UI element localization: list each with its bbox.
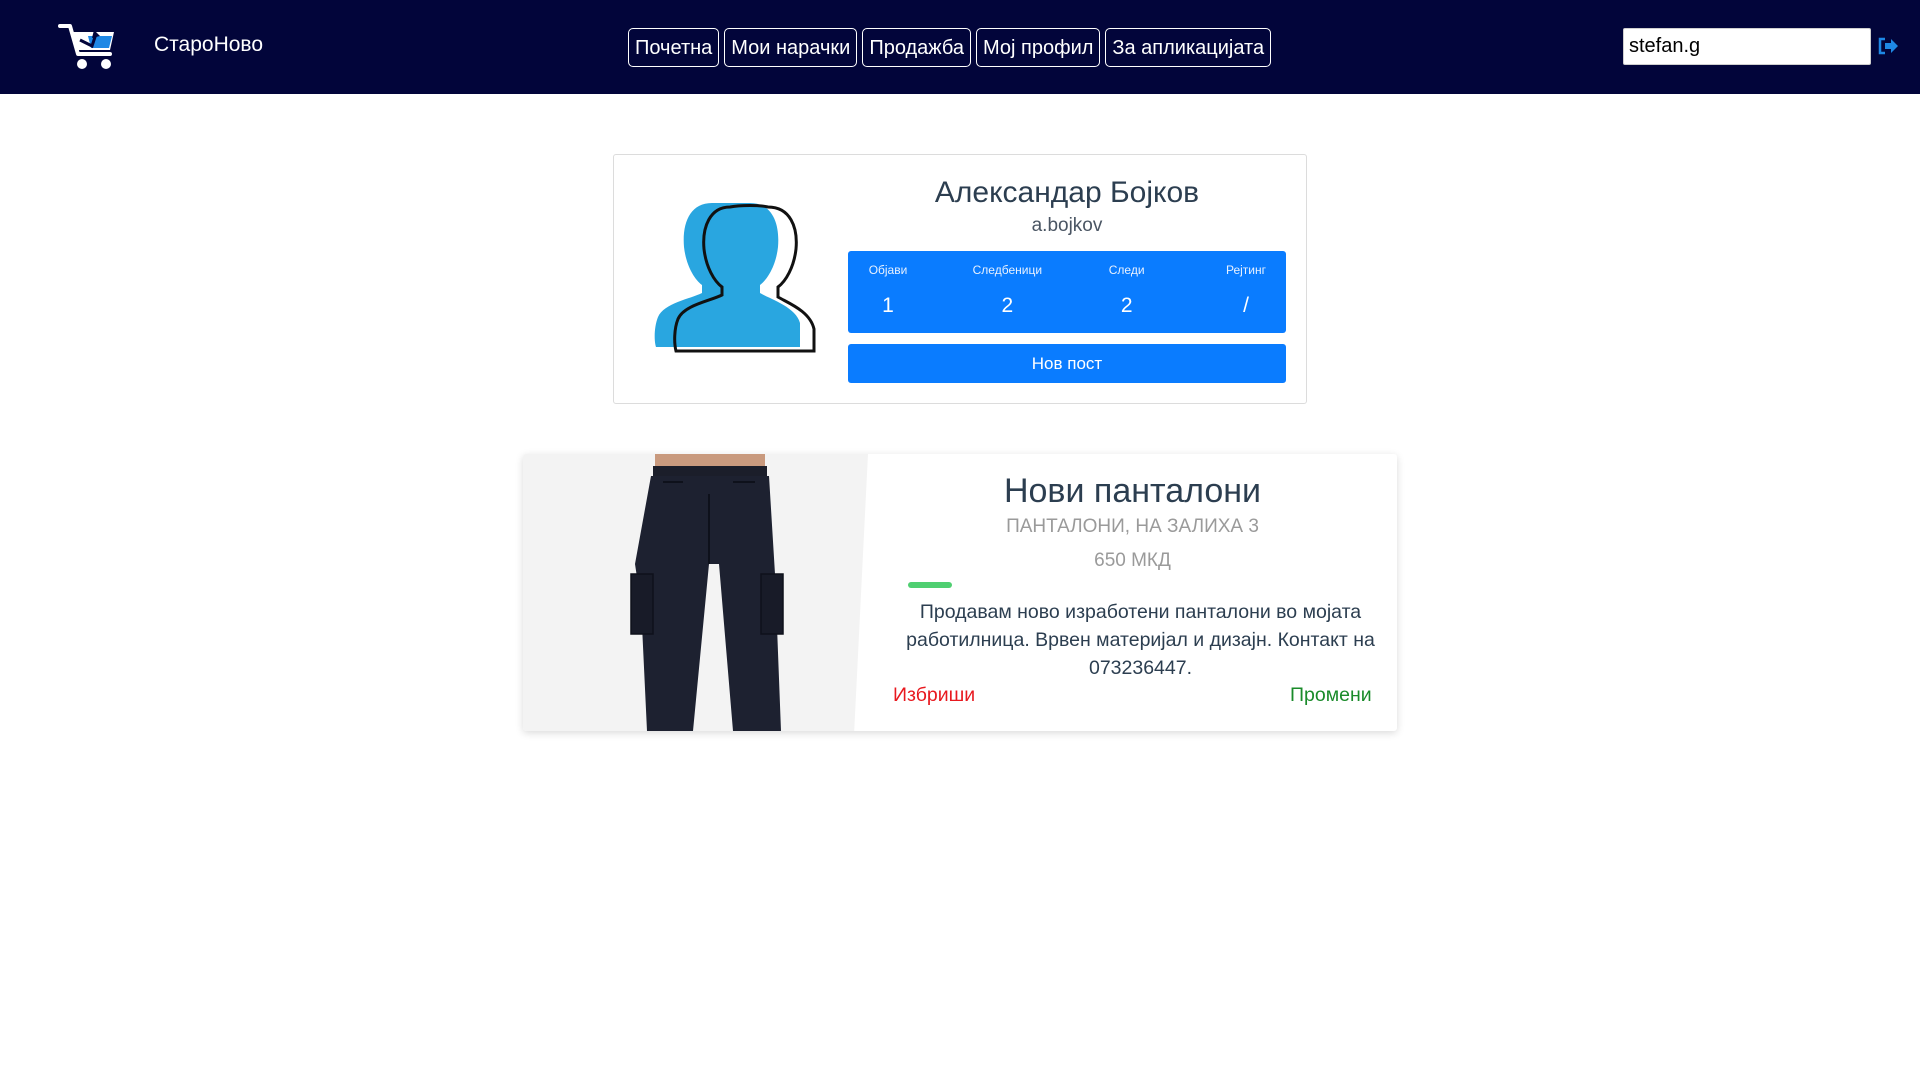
stat-label: Рејтинг [1225,263,1266,277]
stat-rating[interactable]: Рејтинг / [1216,251,1276,333]
stat-value: 1 [882,294,894,317]
nav-my-orders-button[interactable]: Мои нарачки [724,28,858,67]
post-card: Нови панталони ПАНТАЛОНИ, НА ЗАЛИХА 3 65… [523,454,1397,731]
post-description: Продавам ново изработени панталони во мо… [906,601,1375,679]
nav-sell-button[interactable]: Продажба [862,28,972,67]
profile-username: a.bojkov [1031,215,1103,236]
edit-post-link[interactable]: Промени [1290,684,1372,707]
profile-stats: Објави 1 Следбеници 2 Следи 2 Рејтинг / [848,251,1286,333]
stat-label: Објави [868,263,908,277]
pants-image [523,454,868,731]
stat-following[interactable]: Следи 2 [1097,251,1157,333]
brand-name[interactable]: СтароНово [154,33,263,57]
nav-my-profile-button[interactable]: Мој профил [976,28,1101,67]
username-field[interactable] [1623,28,1871,65]
delete-post-link[interactable]: Избриши [893,684,975,707]
post-category-stock: ПАНТАЛОНИ, НА ЗАЛИХА 3 [1006,516,1259,537]
accent-divider [908,582,952,588]
nav-about-button[interactable]: За апликацијата [1105,28,1272,67]
stat-value: / [1243,294,1249,317]
post-title: Нови панталони [1003,472,1262,510]
stat-value: 2 [1120,294,1133,317]
stat-value: 2 [1001,294,1014,317]
stat-posts[interactable]: Објави 1 [858,251,918,333]
sign-out-icon[interactable] [1877,36,1899,56]
new-post-button[interactable]: Нов пост [848,344,1286,383]
main-nav: Почетна Мои нарачки Продажба Мој профил … [628,28,1272,67]
shopping-cart-icon[interactable] [58,20,122,74]
nav-home-button[interactable]: Почетна [628,28,720,67]
profile-name: Александар Бојков [934,176,1200,209]
navbar: СтароНово Почетна Мои нарачки Продажба М… [0,0,1920,94]
post-price: 650 МКД [1094,550,1171,571]
stat-label: Следи [1108,263,1145,277]
stat-label: Следбеници [972,263,1043,277]
stat-followers[interactable]: Следбеници 2 [973,251,1042,333]
profile-card: Александар Бојков a.bojkov Објави 1 След… [613,154,1307,404]
user-silhouette-icon [650,199,816,365]
